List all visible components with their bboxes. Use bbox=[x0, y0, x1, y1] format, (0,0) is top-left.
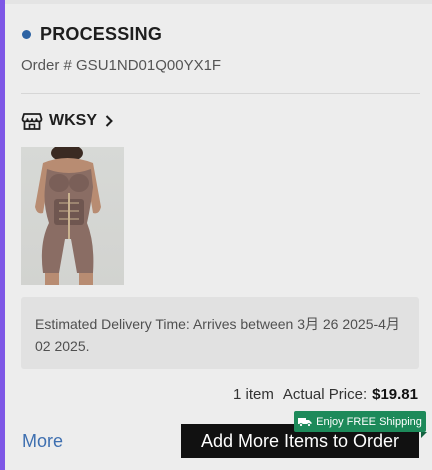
status-label: PROCESSING bbox=[40, 24, 163, 44]
divider bbox=[21, 93, 420, 94]
estimated-delivery-box: Estimated Delivery Time: Arrives between… bbox=[21, 297, 419, 369]
product-image[interactable] bbox=[21, 147, 124, 285]
more-link[interactable]: More bbox=[22, 431, 63, 452]
store-link[interactable]: WKSY bbox=[21, 110, 113, 132]
left-accent-bar bbox=[0, 0, 5, 470]
status-dot-icon bbox=[22, 30, 31, 39]
order-number[interactable]: Order # GSU1ND01Q00YX1F bbox=[21, 57, 221, 74]
actual-price-label: Actual Price: bbox=[282, 386, 368, 403]
item-count: 1 item bbox=[233, 386, 274, 403]
actual-price-value: $19.81 bbox=[372, 386, 418, 403]
order-summary: 1 item Actual Price: $19.81 bbox=[233, 386, 418, 403]
shapewear-product-illustration bbox=[35, 147, 101, 285]
store-icon bbox=[21, 113, 43, 130]
truck-icon bbox=[298, 417, 312, 427]
chevron-right-icon bbox=[105, 115, 113, 127]
store-name: WKSY bbox=[49, 112, 97, 129]
order-status: PROCESSING bbox=[22, 24, 162, 45]
free-shipping-label: Enjoy FREE Shipping bbox=[316, 415, 422, 428]
free-shipping-badge: Enjoy FREE Shipping bbox=[294, 411, 427, 438]
top-edge bbox=[5, 0, 432, 4]
estimated-delivery-text: Estimated Delivery Time: Arrives between… bbox=[35, 316, 400, 354]
